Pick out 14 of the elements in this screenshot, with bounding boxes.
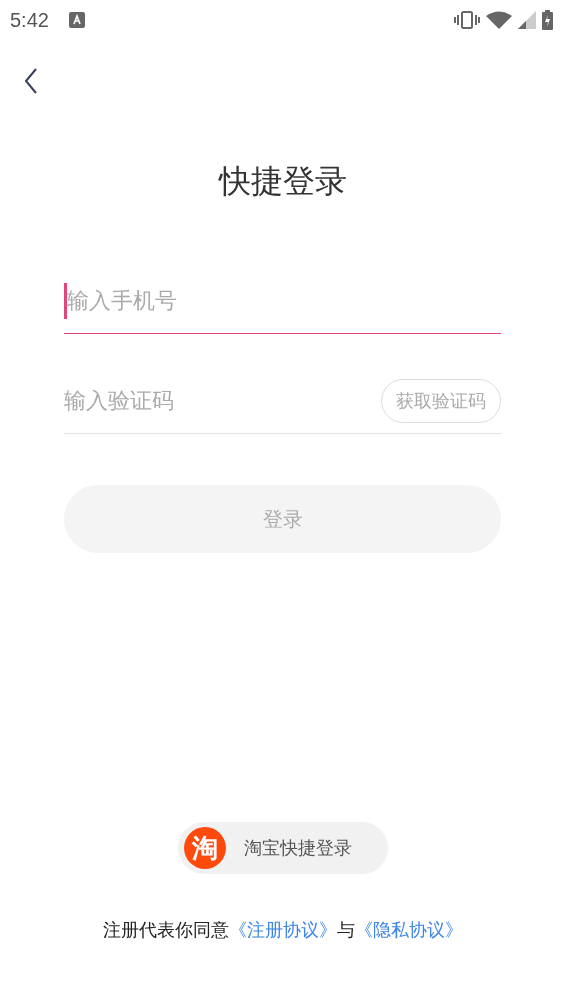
vibrate-icon [454, 11, 480, 29]
page-title: 快捷登录 [218, 161, 347, 202]
wifi-icon [486, 11, 512, 29]
back-icon[interactable] [24, 68, 38, 94]
taobao-login-label: 淘宝快捷登录 [243, 836, 352, 860]
agreement-link[interactable]: 《隐私协议》 [354, 919, 463, 940]
status-time: 5:42 [10, 8, 49, 32]
agreement-text: 注册代表你同意《注册协议》与《隐私协议》 [101, 918, 464, 942]
taobao-login-button[interactable]: 淘 淘宝快捷登录 [177, 822, 388, 874]
battery-icon [542, 10, 553, 30]
keyboard-icon [68, 12, 85, 28]
agreement-link[interactable]: 《注册协议》 [228, 919, 337, 940]
taobao-logo: 淘 [183, 827, 226, 869]
signal-icon [518, 11, 536, 29]
